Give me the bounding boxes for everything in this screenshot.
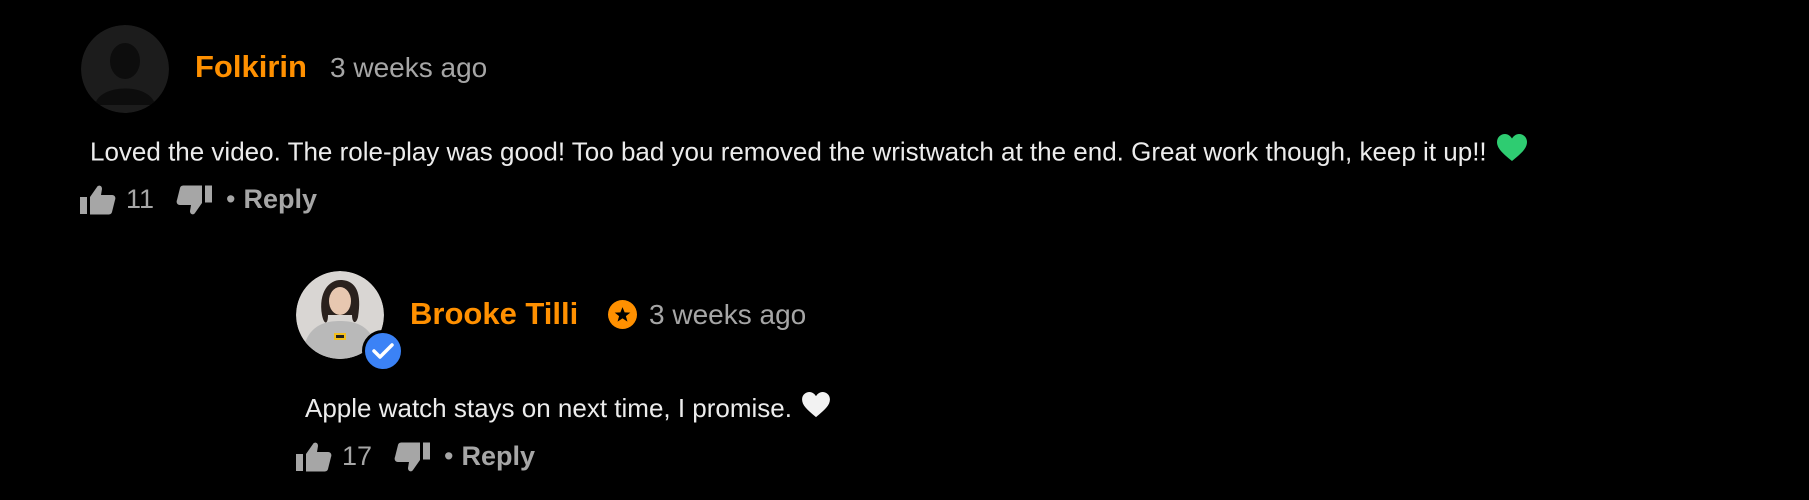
comment-text-content: Loved the video. The role-play was good!…: [90, 136, 1487, 167]
separator-dot: •: [444, 441, 454, 471]
reply-button[interactable]: Reply: [462, 441, 536, 472]
comment-timestamp: 3 weeks ago: [649, 299, 807, 330]
checkmark-icon: [372, 343, 394, 359]
avatar[interactable]: [81, 25, 169, 113]
like-count: 17: [342, 441, 373, 471]
thumbs-up-button[interactable]: [80, 185, 116, 215]
comment-author[interactable]: Folkirin: [195, 49, 307, 85]
thumbs-up-icon: [80, 185, 116, 214]
thumbs-up-button[interactable]: [296, 442, 332, 472]
star-badge-icon: [608, 300, 637, 329]
star-icon: [614, 307, 631, 322]
thumbs-down-icon: [176, 185, 213, 214]
thumbs-down-button[interactable]: [394, 442, 431, 472]
comment-author[interactable]: Brooke Tilli: [410, 296, 578, 332]
comment-text: Loved the video. The role-play was good!…: [90, 134, 1527, 171]
green-heart-icon: [1496, 134, 1527, 169]
thumbs-up-icon: [296, 442, 332, 471]
verified-badge: [362, 330, 404, 372]
separator-dot: •: [226, 184, 236, 214]
thumbs-down-icon: [394, 442, 431, 471]
default-user-icon: [81, 25, 169, 113]
white-heart-icon: [802, 391, 830, 425]
reply-button[interactable]: Reply: [243, 184, 317, 215]
comment-timestamp: 3 weeks ago: [330, 52, 488, 83]
thumbs-down-button[interactable]: [176, 185, 213, 215]
comment-actions: 17 • Reply: [296, 441, 535, 472]
comment-text: Apple watch stays on next time, I promis…: [305, 391, 830, 427]
comment-actions: 11 • Reply: [80, 184, 317, 215]
like-count: 11: [126, 184, 155, 214]
comment-text-content: Apple watch stays on next time, I promis…: [305, 393, 792, 423]
